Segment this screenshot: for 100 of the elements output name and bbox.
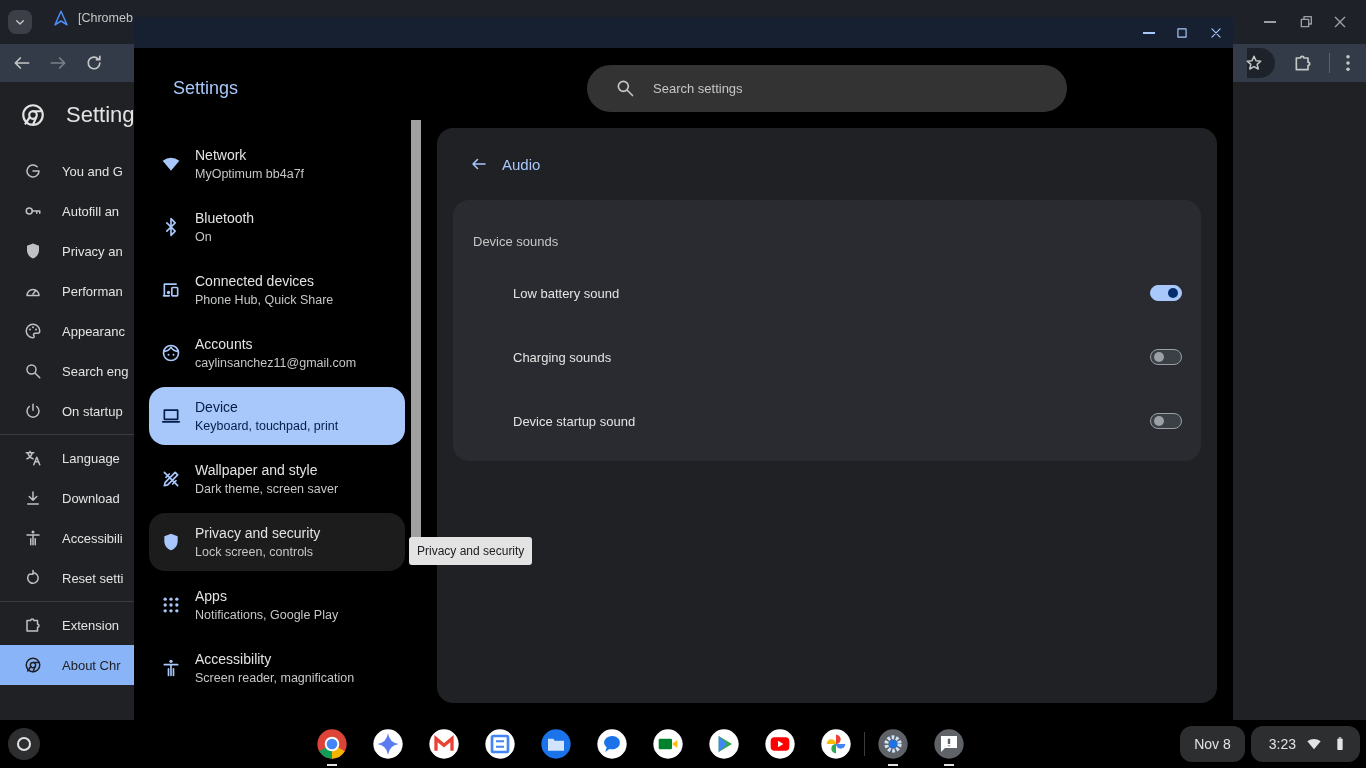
- nav-item[interactable]: Wallpaper and style Dark theme, screen saver: [149, 450, 405, 508]
- folder-icon[interactable]: [539, 728, 572, 760]
- close-icon: [1209, 25, 1223, 40]
- browser-logo-icon: [24, 656, 42, 674]
- sidebar-item[interactable]: Appearanc: [0, 311, 134, 351]
- chevron-down-icon: [8, 10, 32, 34]
- sidebar-item[interactable]: Accessibili: [0, 518, 134, 558]
- setting-label: Charging sounds: [513, 349, 612, 365]
- sparkle-icon[interactable]: [371, 728, 404, 760]
- sidebar-item[interactable]: Privacy an: [0, 231, 134, 271]
- setting-label: Low battery sound: [513, 285, 620, 301]
- nav-item-title: Device: [195, 399, 239, 415]
- browser-tab[interactable]: [Chromeb: [46, 2, 133, 34]
- sidebar-item[interactable]: Performan: [0, 271, 134, 311]
- browser-logo-icon: [20, 102, 46, 128]
- nav-item[interactable]: Accounts caylinsanchez11@gmail.com: [149, 324, 405, 382]
- wifi-icon: [1306, 736, 1322, 752]
- video-camera-icon[interactable]: [651, 728, 684, 760]
- search-bar[interactable]: Search settings: [587, 64, 1067, 112]
- accessibility-icon: [161, 658, 181, 678]
- chat-bubble-icon[interactable]: [595, 728, 628, 760]
- puzzle-icon: [24, 616, 42, 634]
- nav-item-subtitle: Notifications, Google Play: [195, 608, 339, 622]
- nav-item-subtitle: Dark theme, screen saver: [195, 482, 339, 496]
- download-icon: [24, 489, 42, 507]
- date-button[interactable]: Nov 8: [1180, 726, 1245, 762]
- nav-item[interactable]: Network MyOptimum bb4a7f: [149, 135, 405, 193]
- translate-icon: [24, 449, 42, 467]
- setting-label: Device startup sound: [513, 413, 636, 429]
- launcher-button[interactable]: [8, 728, 40, 760]
- shield-icon: [161, 532, 181, 552]
- power-icon: [24, 402, 42, 420]
- laptop-icon: [161, 406, 181, 426]
- minimize-icon[interactable]: [1143, 31, 1155, 34]
- sidebar-item[interactable]: About Chr: [0, 645, 134, 685]
- section-title: Device sounds: [472, 233, 560, 251]
- envelope-icon[interactable]: [427, 728, 460, 760]
- sidebar-item[interactable]: Download: [0, 478, 134, 518]
- nav-item[interactable]: Device Keyboard, touchpad, print: [149, 387, 405, 445]
- g-letter-icon: [24, 162, 42, 180]
- nav-item-subtitle: Screen reader, magnification: [195, 671, 355, 685]
- nav-item[interactable]: Apps Notifications, Google Play: [149, 576, 405, 634]
- nav-item-subtitle: Keyboard, touchpad, print: [195, 419, 339, 433]
- play-button-icon[interactable]: [763, 728, 796, 760]
- colored-ring-icon[interactable]: [315, 728, 348, 760]
- pencil-ruler-icon: [161, 469, 181, 489]
- sidebar-item[interactable]: Reset setti: [0, 558, 134, 598]
- restore-icon: [1298, 14, 1314, 30]
- sidebar-item[interactable]: You and G: [0, 151, 134, 191]
- arrow-logo-icon: [52, 9, 70, 27]
- search-icon: [24, 362, 42, 380]
- sidebar-item[interactable]: Language: [0, 438, 134, 478]
- address-bar[interactable]: [1247, 48, 1275, 78]
- nav-item-title: Bluetooth: [195, 210, 255, 226]
- search-icon: [615, 78, 635, 98]
- nav-item-title: Apps: [195, 588, 228, 604]
- sidebar-item[interactable]: Extension: [0, 605, 134, 645]
- nav-item[interactable]: Accessibility Screen reader, magnification: [149, 639, 405, 697]
- page-title: Audio: [502, 155, 541, 173]
- search-input[interactable]: Search settings: [651, 79, 1067, 97]
- nav-item-title: Wallpaper and style: [195, 462, 319, 478]
- reset-icon: [24, 569, 42, 587]
- nav-item-title: Accessibility: [195, 651, 273, 667]
- accessibility-icon: [24, 529, 42, 547]
- nav-item-title: Privacy and security: [195, 525, 321, 541]
- toggle-switch[interactable]: [1150, 413, 1182, 429]
- toggle-switch[interactable]: [1150, 349, 1182, 365]
- feedback-icon[interactable]: [932, 728, 965, 760]
- nav-item[interactable]: Connected devices Phone Hub, Quick Share: [149, 261, 405, 319]
- nav-item-subtitle: MyOptimum bb4a7f: [195, 167, 305, 181]
- reload-icon: [84, 53, 104, 73]
- nav-item-title: Accounts: [195, 336, 254, 352]
- page-heading: Setting: [66, 102, 134, 128]
- calendar-icon[interactable]: [483, 728, 516, 760]
- clock-time: 3:23: [1268, 736, 1296, 752]
- menu-icon: [1346, 55, 1350, 71]
- status-area[interactable]: 3:23: [1250, 726, 1360, 762]
- apps-grid-icon: [161, 595, 181, 615]
- nav-item[interactable]: Privacy and security Lock screen, controls: [149, 513, 405, 571]
- star-icon: [1245, 54, 1263, 72]
- nav-item-title: Network: [195, 147, 248, 163]
- shield-icon: [24, 242, 42, 260]
- sidebar-item[interactable]: Search eng: [0, 351, 134, 391]
- face-icon: [161, 343, 181, 363]
- devices-icon: [161, 280, 181, 300]
- tooltip: Privacy and security: [409, 537, 533, 565]
- sidebar-item[interactable]: Autofill an: [0, 191, 134, 231]
- nav-item-subtitle: Phone Hub, Quick Share: [195, 293, 334, 307]
- nav-item[interactable]: Bluetooth On: [149, 198, 405, 256]
- close-icon: [1332, 14, 1348, 30]
- gear-icon[interactable]: [876, 728, 909, 760]
- toggle-switch[interactable]: [1150, 285, 1182, 301]
- palette-icon: [24, 322, 42, 340]
- nav-item-subtitle: Lock screen, controls: [195, 545, 315, 559]
- nav-item-subtitle: On: [195, 230, 213, 244]
- sidebar-item[interactable]: On startup: [0, 391, 134, 431]
- app-title: Settings: [173, 77, 240, 99]
- puzzle-icon: [1293, 53, 1313, 73]
- nav-item-subtitle: caylinsanchez11@gmail.com: [195, 356, 357, 370]
- pinwheel-icon[interactable]: [819, 728, 852, 760]
